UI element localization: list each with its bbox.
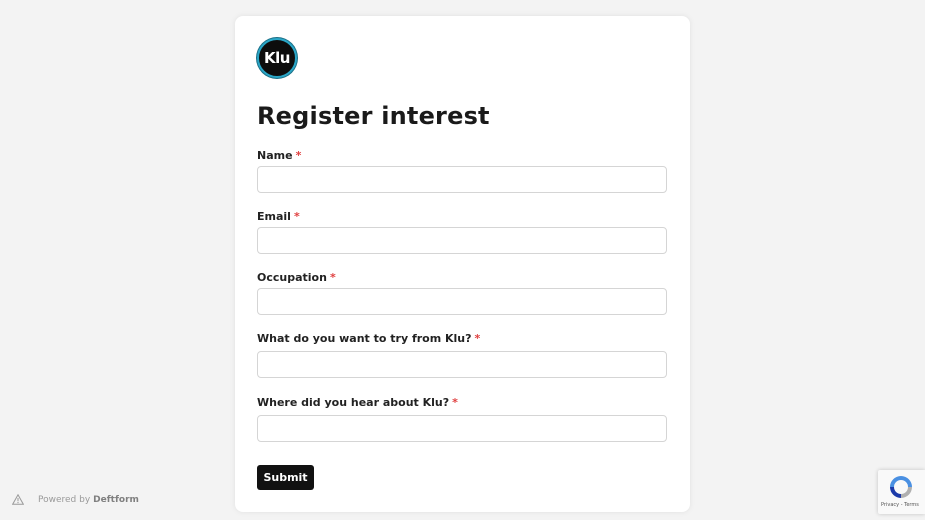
- form-card: Klu Register interest Name * Email * Occup…: [235, 16, 690, 512]
- required-marker: *: [293, 210, 300, 223]
- email-input[interactable]: [257, 227, 667, 254]
- heard-about-klu-label: Where did you hear about Klu? *: [257, 396, 458, 409]
- recaptcha-badge[interactable]: Privacy - Terms: [878, 470, 925, 514]
- deftform-link[interactable]: Deftform: [93, 495, 139, 505]
- try-from-klu-input[interactable]: [257, 351, 667, 378]
- required-marker: *: [329, 271, 336, 284]
- heard-about-klu-label-text: Where did you hear about Klu?: [257, 396, 450, 409]
- privacy-link[interactable]: Privacy: [881, 502, 899, 508]
- name-label-text: Name: [257, 149, 293, 162]
- submit-button[interactable]: Submit: [257, 465, 314, 490]
- occupation-label: Occupation *: [257, 271, 336, 284]
- email-label-text: Email: [257, 210, 291, 223]
- name-label: Name *: [257, 149, 301, 162]
- powered-by-text: Powered by: [38, 494, 91, 505]
- required-marker: *: [474, 332, 481, 345]
- powered-by-footer: Powered by Deftform: [12, 494, 139, 505]
- email-label: Email *: [257, 210, 300, 223]
- recaptcha-separator: -: [900, 502, 903, 508]
- required-marker: *: [452, 396, 458, 409]
- try-from-klu-label-text: What do you want to try from Klu?: [257, 332, 472, 345]
- name-input[interactable]: [257, 166, 667, 193]
- terms-link[interactable]: Terms: [904, 502, 919, 508]
- try-from-klu-label: What do you want to try from Klu? *: [257, 332, 480, 345]
- recaptcha-icon: [890, 476, 912, 498]
- warning-triangle-icon: [12, 494, 24, 505]
- heard-about-klu-input[interactable]: [257, 415, 667, 442]
- page-title: Register interest: [257, 102, 490, 130]
- required-marker: *: [295, 149, 302, 162]
- recaptcha-links: Privacy - Terms: [881, 502, 919, 508]
- logo-text: Klu: [264, 49, 290, 67]
- klu-logo-icon: Klu: [257, 38, 297, 78]
- occupation-label-text: Occupation: [257, 271, 327, 284]
- occupation-input[interactable]: [257, 288, 667, 315]
